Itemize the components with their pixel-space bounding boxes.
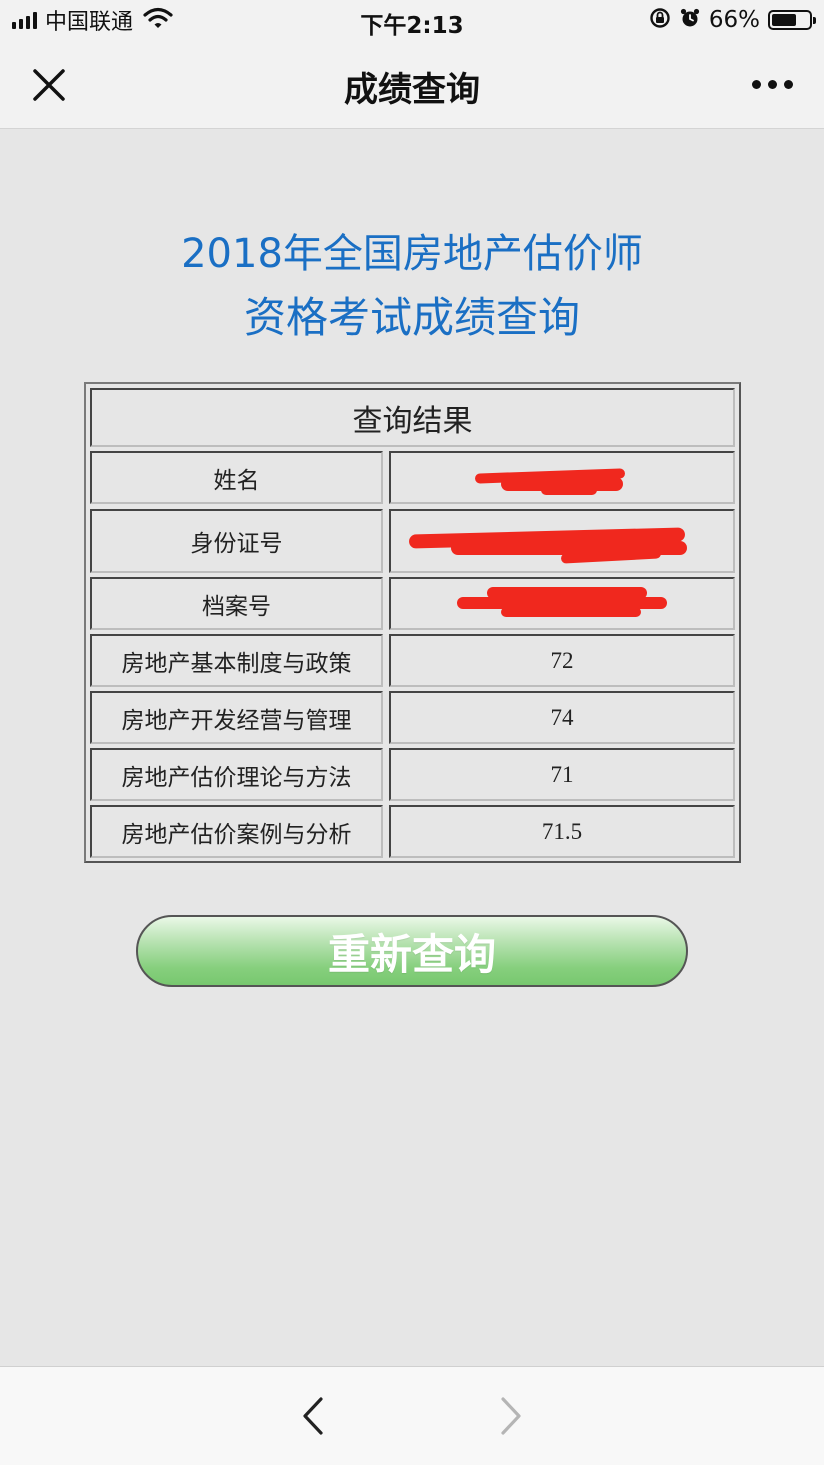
row-label-subject-4: 房地产估价案例与分析	[90, 805, 383, 858]
row-value-subject-2: 74	[389, 691, 735, 744]
chevron-right-icon[interactable]	[486, 1391, 536, 1441]
row-value-subject-3: 71	[389, 748, 735, 801]
chevron-left-icon[interactable]	[288, 1391, 338, 1441]
result-table: 查询结果 姓名 身份证号 档案号 房地产基本制度与政策 72 房地产开发经营与管…	[84, 382, 741, 863]
page-title: 成绩查询	[344, 70, 480, 110]
row-value-subject-1: 72	[389, 634, 735, 687]
row-value-file-number	[389, 577, 735, 630]
status-right: 66%	[649, 7, 816, 33]
row-label-file-number: 档案号	[90, 577, 383, 630]
redaction-mark	[541, 485, 597, 495]
bottom-toolbar	[0, 1366, 824, 1465]
alarm-icon	[679, 7, 701, 33]
heading-line-2: 资格考试成绩查询	[243, 293, 580, 342]
exam-heading: 2018年全国房地产估价师 资格考试成绩查询	[0, 222, 824, 350]
row-label-name: 姓名	[90, 451, 383, 504]
row-label-subject-2: 房地产开发经营与管理	[90, 691, 383, 744]
orientation-lock-icon	[649, 7, 671, 33]
row-value-id	[389, 509, 735, 573]
battery-percent: 66%	[708, 7, 760, 33]
row-label-subject-1: 房地产基本制度与政策	[90, 634, 383, 687]
row-label-id: 身份证号	[90, 509, 383, 573]
status-bar: 中国联通 下午2:13 66%	[0, 0, 824, 40]
heading-line-1: 2018年全国房地产估价师	[181, 231, 643, 277]
row-label-subject-3: 房地产估价理论与方法	[90, 748, 383, 801]
more-icon[interactable]	[742, 64, 802, 104]
row-value-name	[389, 451, 735, 504]
battery-icon	[768, 10, 816, 30]
result-table-title: 查询结果	[90, 388, 735, 447]
row-value-subject-4: 71.5	[389, 805, 735, 858]
requery-button[interactable]: 重新查询	[136, 915, 688, 987]
redaction-mark	[501, 607, 641, 617]
nav-bar: 成绩查询	[0, 40, 824, 129]
battery-level	[772, 14, 796, 26]
